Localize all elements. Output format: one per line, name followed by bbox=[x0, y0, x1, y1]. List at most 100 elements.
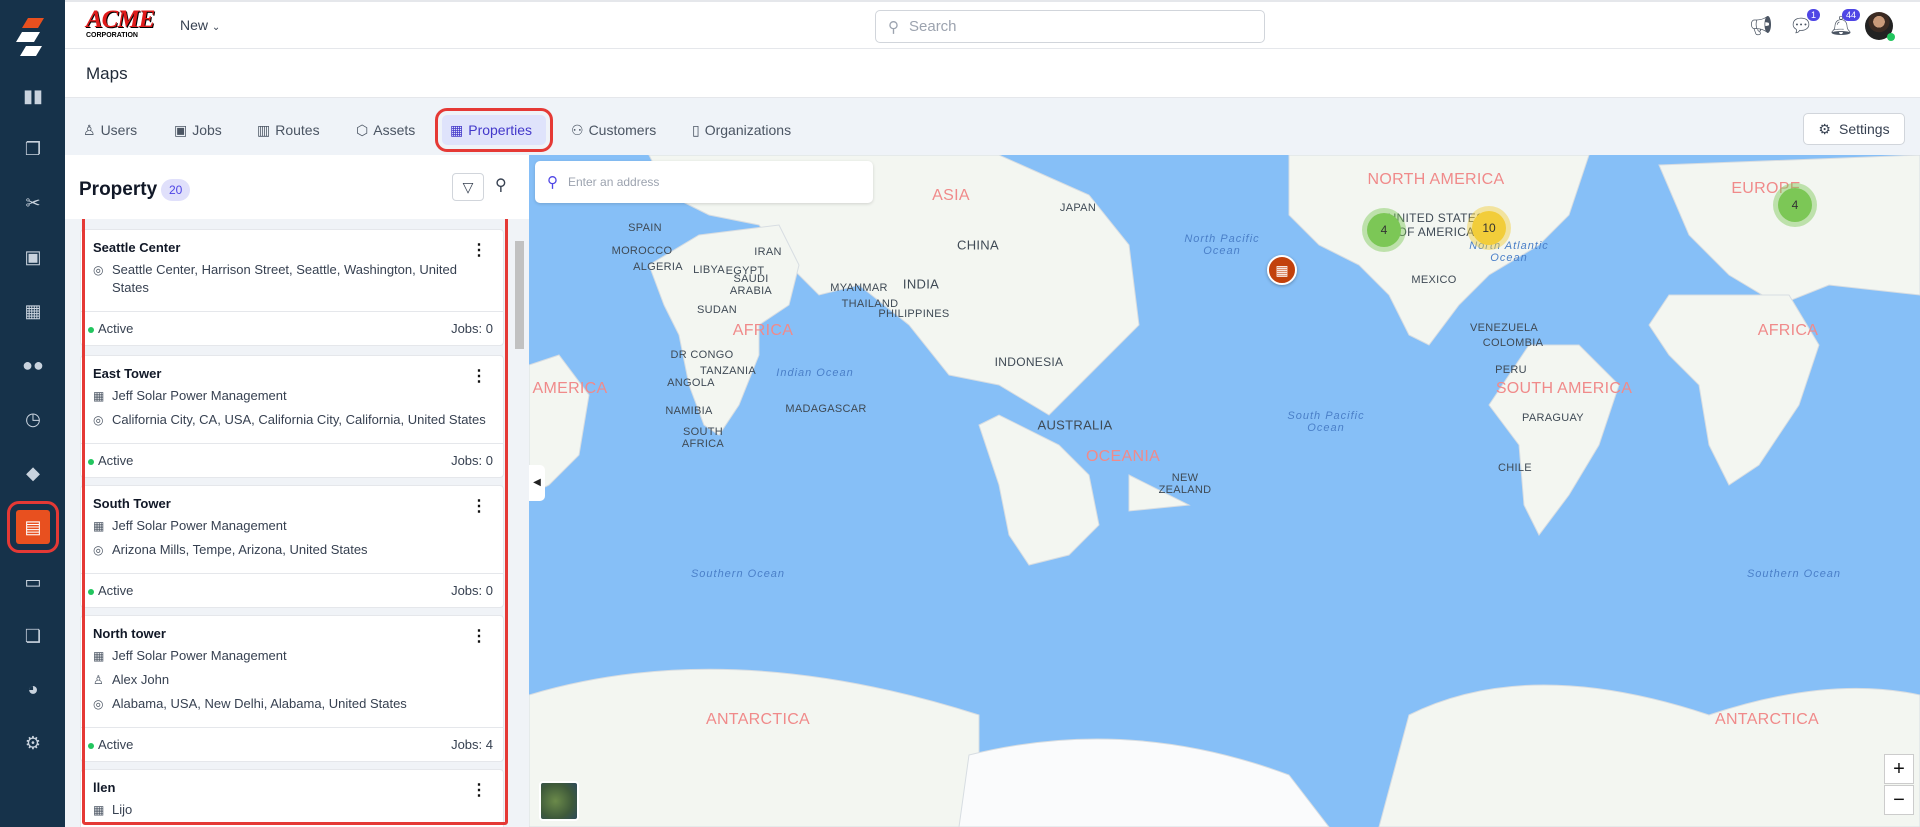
property-card[interactable]: llen ⋮ ▦ Lijo bbox=[80, 769, 504, 827]
continent-label: AMERICA bbox=[532, 380, 608, 397]
building-icon: ▦ bbox=[93, 519, 105, 533]
jobs-count: Jobs: 4 bbox=[451, 737, 493, 752]
new-dropdown[interactable]: New ⌄ bbox=[180, 17, 220, 33]
sidebar-tag-icon[interactable]: ◆ bbox=[16, 456, 50, 490]
ocean-label: Indian Ocean bbox=[776, 367, 854, 379]
property-organization: Jeff Solar Power Management bbox=[112, 518, 287, 533]
logo-subtext: CORPORATION bbox=[86, 32, 138, 39]
property-organization: Lijo bbox=[112, 802, 133, 817]
property-card[interactable]: East Tower ⋮ ▦ Jeff Solar Power Managemen… bbox=[80, 355, 504, 478]
location-icon: ◎ bbox=[93, 263, 104, 277]
sidebar-map-icon[interactable]: ▤ bbox=[7, 501, 59, 553]
status-label: Active bbox=[98, 453, 134, 468]
satellite-layer-toggle[interactable] bbox=[539, 781, 579, 821]
settings-button[interactable]: ⚙ Settings bbox=[1803, 113, 1905, 145]
sidebar-tools-icon[interactable]: ✂ bbox=[16, 186, 50, 220]
sidebar-clock-icon[interactable]: ◷ bbox=[16, 402, 50, 436]
tab-label: Properties bbox=[468, 122, 533, 138]
chat-icon[interactable]: 💬︎ 1 bbox=[1788, 9, 1820, 40]
tab-properties[interactable]: ▦ Properties bbox=[435, 108, 553, 152]
tab-jobs[interactable]: ▣ Jobs bbox=[166, 115, 230, 145]
tab-routes[interactable]: ▥ Routes bbox=[249, 115, 328, 145]
status: Active bbox=[88, 737, 133, 752]
sidebar-work-orders-icon[interactable]: ❐ bbox=[16, 132, 50, 166]
country-label: MADAGASCAR bbox=[785, 403, 867, 415]
briefcase-icon: ▣ bbox=[174, 121, 188, 138]
more-options-icon[interactable]: ⋮ bbox=[471, 366, 487, 386]
country-label: PARAGUAY bbox=[1522, 412, 1584, 424]
logo-text: ACME bbox=[86, 6, 155, 33]
new-label: New bbox=[180, 17, 209, 33]
status-dot bbox=[88, 589, 94, 595]
status-label: Active bbox=[98, 321, 134, 336]
sidebar-documents-icon[interactable]: ❏ bbox=[16, 619, 50, 653]
map-cluster-marker[interactable]: 4 bbox=[1778, 188, 1812, 222]
sidebar-users-icon[interactable]: ●● bbox=[16, 348, 50, 382]
property-card[interactable]: North tower ⋮ ▦ Jeff Solar Power Manageme… bbox=[80, 615, 504, 762]
collapse-panel-button[interactable]: ◀ bbox=[529, 465, 545, 501]
chevron-down-icon: ⌄ bbox=[211, 22, 221, 33]
ocean-label: Southern Ocean bbox=[1746, 568, 1842, 580]
property-name: Seattle Center bbox=[93, 240, 181, 255]
more-options-icon[interactable]: ⋮ bbox=[471, 240, 487, 260]
sidebar-calendar-icon[interactable]: ▦ bbox=[16, 294, 50, 328]
caret-left-icon: ◀ bbox=[533, 477, 541, 488]
tab-customers[interactable]: ⚇ Customers bbox=[563, 115, 664, 145]
jobs-count: Jobs: 0 bbox=[451, 583, 493, 598]
property-contact: Alex John bbox=[112, 672, 170, 687]
announcement-icon[interactable]: 📢︎ bbox=[1748, 14, 1774, 40]
tab-users[interactable]: ♙ Users bbox=[75, 115, 145, 145]
map-cluster-marker[interactable]: 4 bbox=[1367, 213, 1401, 247]
tab-organizations[interactable]: ▯ Organizations bbox=[684, 115, 799, 145]
tab-label: Routes bbox=[275, 122, 320, 138]
continent-label: NORTH AMERICA bbox=[1367, 171, 1505, 188]
more-options-icon[interactable]: ⋮ bbox=[471, 780, 487, 800]
more-options-icon[interactable]: ⋮ bbox=[471, 496, 487, 516]
sidebar-jobs-icon[interactable]: ▣ bbox=[16, 240, 50, 274]
sidebar-reports-icon[interactable]: ▮▮ bbox=[16, 79, 50, 113]
pin-icon: ⚲ bbox=[495, 177, 507, 194]
country-label: DR CONGO bbox=[670, 349, 734, 361]
chat-badge: 1 bbox=[1806, 9, 1820, 21]
property-card[interactable]: Seattle Center ⋮ ◎ Seattle Center, Harris… bbox=[80, 229, 504, 346]
country-label: CHINA bbox=[957, 237, 999, 253]
tab-assets[interactable]: ⬡ Assets bbox=[348, 115, 423, 145]
users-group-icon: ⚇ bbox=[571, 121, 584, 138]
global-search-input[interactable]: ⚲ Search bbox=[875, 10, 1265, 43]
sidebar: ▮▮ ❐ ✂ ▣ ▦ ●● ◷ ◆ ▤ ▭ ❏ ◕ ⚙ bbox=[0, 0, 65, 827]
property-card[interactable]: South Tower ⋮ ▦ Jeff Solar Power Manageme… bbox=[80, 485, 504, 608]
status: Active bbox=[88, 453, 133, 468]
country-label: MEXICO bbox=[1411, 274, 1457, 286]
more-options-icon[interactable]: ⋮ bbox=[471, 626, 487, 646]
sidebar-invoice-icon[interactable]: ▭ bbox=[16, 565, 50, 599]
user-avatar[interactable] bbox=[1865, 12, 1895, 41]
status-dot bbox=[88, 327, 94, 333]
country-label: IRAN bbox=[754, 246, 782, 258]
sidebar-settings-icon[interactable]: ⚙ bbox=[16, 726, 50, 760]
company-logo: ACME CORPORATION bbox=[86, 6, 155, 40]
property-marker-building-icon[interactable]: ▦ bbox=[1267, 255, 1297, 285]
cube-icon: ⬡ bbox=[356, 121, 369, 138]
zoom-out-button[interactable]: − bbox=[1884, 785, 1914, 815]
continent-label: ANTARCTICA bbox=[705, 711, 811, 728]
property-address: Alabama, USA, New Delhi, Alabama, United… bbox=[112, 696, 407, 711]
sidebar-analytics-icon[interactable]: ◕ bbox=[16, 672, 50, 706]
location-icon: ◎ bbox=[93, 543, 104, 557]
country-label: THAILAND bbox=[841, 298, 899, 310]
scrollbar-thumb[interactable] bbox=[515, 241, 524, 349]
map-cluster-marker[interactable]: 10 bbox=[1472, 211, 1506, 245]
country-label: JAPAN bbox=[1059, 202, 1097, 214]
country-label: CHILE bbox=[1498, 462, 1532, 474]
filter-button[interactable]: ▽ bbox=[452, 173, 484, 201]
list-scrollbar[interactable] bbox=[513, 227, 525, 827]
map-view[interactable]: ASIA NORTH AMERICA EUROPE AFRICA AFRICA … bbox=[529, 155, 1920, 827]
country-label: AUSTRALIA bbox=[1037, 417, 1113, 433]
bell-icon[interactable]: 🔔︎ 44 bbox=[1828, 9, 1860, 40]
search-placeholder: Search bbox=[909, 18, 957, 35]
zoom-in-button[interactable]: + bbox=[1884, 754, 1914, 784]
property-address: Seattle Center, Harrison Street, Seattle… bbox=[112, 262, 457, 295]
property-name: North tower bbox=[93, 626, 166, 641]
pin-panel-button[interactable]: ⚲ bbox=[495, 175, 507, 195]
address-search-input[interactable]: ⚲ Enter an address bbox=[535, 161, 873, 203]
country-label: LIBYA bbox=[693, 264, 725, 276]
